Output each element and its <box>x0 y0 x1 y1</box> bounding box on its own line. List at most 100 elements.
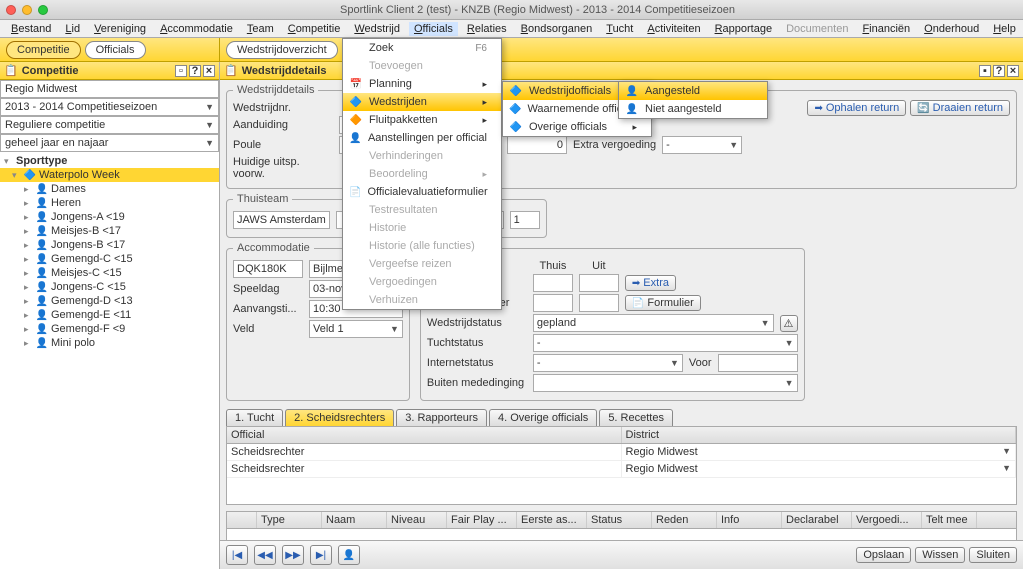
nav-last-button[interactable]: ▶| <box>310 545 332 565</box>
col-header[interactable]: Vergoedi... <box>852 512 922 528</box>
opslaan-button[interactable]: Opslaan <box>856 547 911 563</box>
tab-4-overige-officials[interactable]: 4. Overige officials <box>489 409 597 426</box>
tab-wedstrijdoverzicht[interactable]: Wedstrijdoverzicht <box>226 41 338 59</box>
col-header[interactable]: Reden <box>652 512 717 528</box>
tab-5-recettes[interactable]: 5. Recettes <box>599 409 673 426</box>
col-header[interactable]: Type <box>257 512 322 528</box>
col-district[interactable]: District <box>622 427 1017 443</box>
nav-person-button[interactable]: 👤 <box>338 545 360 565</box>
tree-item[interactable]: ▸👤Jongens-A <19 <box>0 210 219 224</box>
menu-item-niet-aangesteld[interactable]: 👤Niet aangesteld <box>619 100 767 118</box>
col-header[interactable] <box>227 512 257 528</box>
officials-menu[interactable]: ZoekF6Toevoegen📅Planning▸🔷Wedstrijden▸🔶F… <box>342 38 502 310</box>
menu-accommodatie[interactable]: Accommodatie <box>155 22 238 36</box>
sporttype-tree[interactable]: ▾Sporttype ▾🔷Waterpolo Week▸👤Dames▸👤Here… <box>0 152 219 569</box>
menu-lid[interactable]: Lid <box>60 22 85 36</box>
tree-item[interactable]: ▸👤Dames <box>0 182 219 196</box>
acc-code-input[interactable]: DQK180K <box>233 260 303 278</box>
menu-help[interactable]: Help <box>988 22 1021 36</box>
extra-button[interactable]: ➡Extra <box>625 275 676 291</box>
tree-item[interactable]: ▸👤Heren <box>0 196 219 210</box>
formulier-button[interactable]: 📄Formulier <box>625 295 701 311</box>
col-header[interactable]: Status <box>587 512 652 528</box>
close-panel-icon[interactable]: × <box>203 65 215 77</box>
table-row[interactable]: ScheidsrechterRegio Midwest▼ <box>227 461 1016 478</box>
wedstrijdofficials-submenu[interactable]: 👤Aangesteld👤Niet aangesteld <box>618 81 768 119</box>
tree-item[interactable]: ▸👤Meisjes-B <17 <box>0 224 219 238</box>
tab-officials[interactable]: Officials <box>85 41 146 59</box>
col-official[interactable]: Official <box>227 427 622 443</box>
menu-rapportage[interactable]: Rapportage <box>710 22 778 36</box>
sluiten-button[interactable]: Sluiten <box>969 547 1017 563</box>
region-select[interactable]: Regio Midwest <box>0 80 219 98</box>
menu-tucht[interactable]: Tucht <box>601 22 638 36</box>
veld-select[interactable]: Veld 1▼ <box>309 320 403 338</box>
competition-type-select[interactable]: Reguliere competitie▼ <box>0 116 219 134</box>
menu-item-zoek[interactable]: ZoekF6 <box>343 39 501 57</box>
status-info-button[interactable]: ⚠ <box>780 315 798 332</box>
menu-item-aangesteld[interactable]: 👤Aangesteld <box>619 82 767 100</box>
tab-1-tucht[interactable]: 1. Tucht <box>226 409 283 426</box>
menu-vereniging[interactable]: Vereniging <box>89 22 151 36</box>
menu-activiteiten[interactable]: Activiteiten <box>642 22 705 36</box>
wedstrijdstatus-select[interactable]: gepland▼ <box>533 314 774 332</box>
tree-item[interactable]: ▾🔷Waterpolo Week <box>0 168 219 182</box>
col-header[interactable]: Naam <box>322 512 387 528</box>
tree-item[interactable]: ▸👤Gemengd-C <15 <box>0 252 219 266</box>
ophalen-return-button[interactable]: ➡Ophalen return <box>807 100 906 116</box>
menu-item-fluitpakketten[interactable]: 🔶Fluitpakketten▸ <box>343 111 501 129</box>
nav-next-button[interactable]: ▶▶ <box>282 545 304 565</box>
menu-relaties[interactable]: Relaties <box>462 22 512 36</box>
col-header[interactable]: Declarabel <box>782 512 852 528</box>
menu-wedstrijd[interactable]: Wedstrijd <box>349 22 405 36</box>
uitslag-uit-input[interactable] <box>579 274 619 292</box>
menu-item-officialevaluatieformulier[interactable]: 📄Officialevaluatieformulier <box>343 183 501 201</box>
tree-root[interactable]: ▾Sporttype <box>0 154 219 168</box>
col-header[interactable]: Info <box>717 512 782 528</box>
season-select[interactable]: 2013 - 2014 Competitieseizoen▼ <box>0 98 219 116</box>
period-select[interactable]: geheel jaar en najaar▼ <box>0 134 219 152</box>
menu-item-overige-officials[interactable]: 🔷Overige officials▸ <box>503 118 651 136</box>
tree-item[interactable]: ▸👤Mini polo <box>0 336 219 350</box>
col-header[interactable]: Eerste as... <box>517 512 587 528</box>
tree-item[interactable]: ▸👤Gemengd-D <13 <box>0 294 219 308</box>
uitslag-thuis-input[interactable] <box>533 274 573 292</box>
tree-item[interactable]: ▸👤Gemengd-F <9 <box>0 322 219 336</box>
draaien-return-button[interactable]: 🔄Draaien return <box>910 100 1010 116</box>
winstpnt-thuis-input[interactable] <box>533 294 573 312</box>
tab-2-scheidsrechters[interactable]: 2. Scheidsrechters <box>285 409 394 426</box>
nav-first-button[interactable]: |◀ <box>226 545 248 565</box>
menu-onderhoud[interactable]: Onderhoud <box>919 22 984 36</box>
menu-bondsorganen[interactable]: Bondsorganen <box>516 22 598 36</box>
wissen-button[interactable]: Wissen <box>915 547 965 563</box>
col-header[interactable]: Telt mee <box>922 512 977 528</box>
menu-item-aanstellingen-per-official[interactable]: 👤Aanstellingen per official <box>343 129 501 147</box>
tuchtstatus-select[interactable]: -▼ <box>533 334 798 352</box>
voor-input[interactable] <box>718 354 798 372</box>
help-icon[interactable]: ? <box>993 65 1005 77</box>
winstpnt-uit-input[interactable] <box>579 294 619 312</box>
menu-financien[interactable]: Financiën <box>857 22 915 36</box>
buiten-select[interactable]: ▼ <box>533 374 798 392</box>
menu-competitie[interactable]: Competitie <box>283 22 346 36</box>
periode-right-input[interactable]: 0 <box>507 136 567 154</box>
zoom-icon[interactable] <box>38 5 48 15</box>
nav-prev-button[interactable]: ◀◀ <box>254 545 276 565</box>
menu-item-planning[interactable]: 📅Planning▸ <box>343 75 501 93</box>
tab-competitie[interactable]: Competitie <box>6 41 81 59</box>
menu-officials[interactable]: Officials <box>409 22 458 36</box>
close-panel-icon[interactable]: × <box>1007 65 1019 77</box>
menu-item-wedstrijden[interactable]: 🔷Wedstrijden▸ <box>343 93 501 111</box>
tree-item[interactable]: ▸👤Meisjes-C <15 <box>0 266 219 280</box>
tree-item[interactable]: ▸👤Gemengd-E <11 <box>0 308 219 322</box>
internetstatus-select[interactable]: -▼ <box>533 354 683 372</box>
tab-3-rapporteurs[interactable]: 3. Rapporteurs <box>396 409 487 426</box>
menu-bestand[interactable]: Bestand <box>6 22 56 36</box>
tree-item[interactable]: ▸👤Jongens-B <17 <box>0 238 219 252</box>
help-icon[interactable]: ? <box>189 65 201 77</box>
menu-team[interactable]: Team <box>242 22 279 36</box>
thuisteam-input[interactable]: JAWS Amsterdam <box>233 211 330 229</box>
col-header[interactable]: Fair Play ... <box>447 512 517 528</box>
pin-icon[interactable]: ▫ <box>175 65 187 77</box>
menubar[interactable]: Bestand Lid Vereniging Accommodatie Team… <box>0 20 1023 38</box>
